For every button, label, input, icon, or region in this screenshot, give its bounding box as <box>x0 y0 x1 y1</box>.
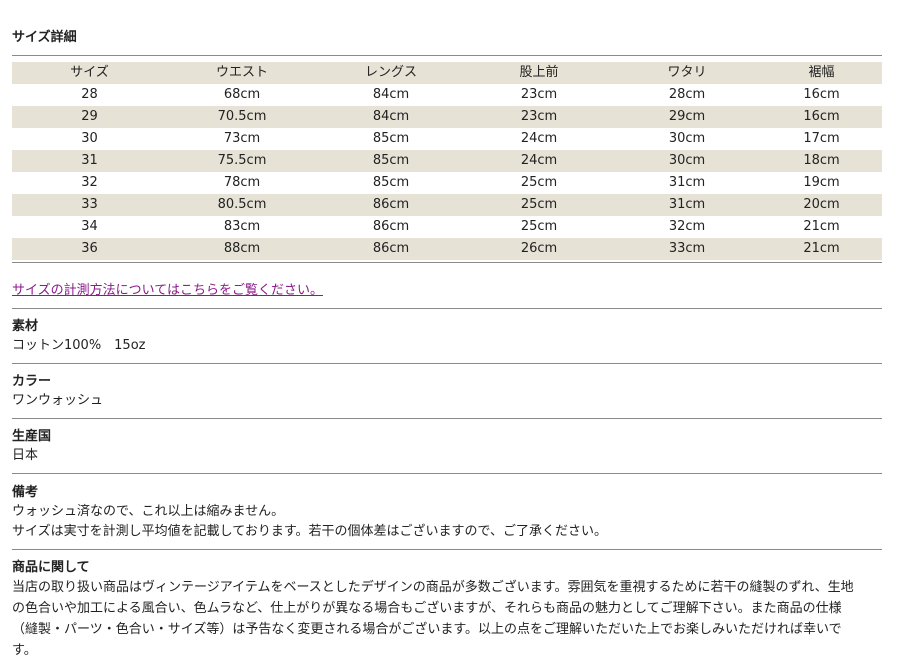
cell-front-rise: 24cm <box>520 131 558 146</box>
header-waist: ウエスト <box>215 65 268 80</box>
divider <box>12 55 882 56</box>
product-notice-label: 商品に関して <box>12 560 90 575</box>
cell-waist: 70.5cm <box>217 109 267 124</box>
table-row: 28 68cm 84cm 23cm 28cm 16cm <box>12 84 882 106</box>
remarks-line: サイズは実寸を計測し平均値を記載しております。若干の個体差はございますので、ご了… <box>12 524 608 539</box>
cell-front-rise: 23cm <box>520 87 558 102</box>
cell-length: 84cm <box>372 87 410 102</box>
cell-size: 31 <box>81 153 98 168</box>
table-row: 34 83cm 86cm 25cm 32cm 21cm <box>12 216 882 238</box>
cell-waist: 88cm <box>223 241 261 256</box>
divider <box>12 418 882 419</box>
cell-hem-width: 21cm <box>803 241 840 256</box>
remarks-text: ウォッシュ済なので、これ以上は縮みません。 サイズは実寸を計測し平均値を記載して… <box>12 502 607 542</box>
table-row: 30 73cm 85cm 24cm 30cm 17cm <box>12 128 882 150</box>
header-size: サイズ <box>70 65 109 80</box>
cell-thigh: 32cm <box>668 219 706 234</box>
divider <box>12 308 882 309</box>
cell-waist: 83cm <box>223 219 261 234</box>
table-row: 36 88cm 86cm 26cm 33cm 21cm <box>12 238 882 260</box>
header-hem-width: 裾幅 <box>808 65 835 80</box>
divider <box>12 473 882 474</box>
header-length: レングス <box>364 65 417 80</box>
size-table-body: 28 68cm 84cm 23cm 28cm 16cm 29 70.5cm 84cm 23cm 29… <box>12 84 882 260</box>
cell-waist: 75.5cm <box>217 153 267 168</box>
cell-length: 86cm <box>372 197 410 212</box>
cell-length: 85cm <box>372 131 410 146</box>
remarks-line: ウォッシュ済なので、これ以上は縮みません。 <box>12 504 285 519</box>
cell-hem-width: 18cm <box>803 153 840 168</box>
cell-hem-width: 21cm <box>803 219 840 234</box>
cell-length: 84cm <box>372 109 410 124</box>
divider <box>12 262 882 263</box>
cell-front-rise: 23cm <box>520 109 558 124</box>
cell-thigh: 30cm <box>668 131 706 146</box>
cell-waist: 73cm <box>223 131 261 146</box>
cell-thigh: 31cm <box>668 197 706 212</box>
header-front-rise: 股上前 <box>519 65 559 80</box>
color-value: ワンウォッシュ <box>12 393 104 408</box>
notice-line: 当店の取り扱い商品はヴィンテージアイテムをベースとしたデザインの商品が多数ござい… <box>12 580 854 595</box>
cell-front-rise: 24cm <box>520 153 558 168</box>
size-table: サイズ ウエスト レングス 股上前 ワタリ 裾幅 28 68cm 84cm 23cm 2… <box>12 62 882 260</box>
cell-front-rise: 25cm <box>520 197 558 212</box>
color-label: カラー <box>12 374 52 389</box>
material-value: コットン100% 15oz <box>12 338 146 353</box>
cell-size: 34 <box>81 219 98 234</box>
cell-front-rise: 25cm <box>520 175 558 190</box>
cell-size: 36 <box>81 241 98 256</box>
cell-thigh: 29cm <box>668 109 706 124</box>
cell-front-rise: 26cm <box>520 241 558 256</box>
divider <box>12 549 882 550</box>
cell-thigh: 30cm <box>668 153 706 168</box>
remarks-label: 備考 <box>12 485 39 500</box>
cell-hem-width: 20cm <box>803 197 840 212</box>
size-details-heading: サイズ詳細 <box>12 30 77 45</box>
header-thigh: ワタリ <box>667 65 707 80</box>
cell-front-rise: 25cm <box>520 219 558 234</box>
origin-value: 日本 <box>12 448 39 463</box>
table-row: 31 75.5cm 85cm 24cm 30cm 18cm <box>12 150 882 172</box>
notice-line: の色合いや加工による風合い、色ムラなど、仕上がりが異なる場合もございますが、それ… <box>12 601 842 616</box>
cell-size: 28 <box>81 87 98 102</box>
cell-length: 86cm <box>372 241 410 256</box>
table-row: 32 78cm 85cm 25cm 31cm 19cm <box>12 172 882 194</box>
cell-waist: 80.5cm <box>217 197 267 212</box>
material-label: 素材 <box>12 319 39 334</box>
size-table-header-row: サイズ ウエスト レングス 股上前 ワタリ 裾幅 <box>12 62 882 84</box>
cell-waist: 78cm <box>223 175 261 190</box>
cell-length: 85cm <box>372 175 410 190</box>
cell-length: 86cm <box>372 219 410 234</box>
cell-hem-width: 17cm <box>803 131 840 146</box>
cell-size: 33 <box>81 197 98 212</box>
cell-thigh: 33cm <box>668 241 706 256</box>
table-row: 33 80.5cm 86cm 25cm 31cm 20cm <box>12 194 882 216</box>
table-row: 29 70.5cm 84cm 23cm 29cm 16cm <box>12 106 882 128</box>
size-measurement-guide-link[interactable]: サイズの計測方法についてはこちらをご覧ください。 <box>12 282 323 300</box>
cell-length: 85cm <box>372 153 410 168</box>
cell-hem-width: 16cm <box>803 109 840 124</box>
cell-size: 30 <box>81 131 98 146</box>
notice-line: す。 <box>12 643 37 658</box>
cell-size: 32 <box>81 175 98 190</box>
cell-hem-width: 19cm <box>803 175 840 190</box>
cell-waist: 68cm <box>223 87 261 102</box>
notice-line: （縫製・パーツ・色合い・サイズ等）は予告なく変更される場合がございます。以上の点… <box>12 622 842 637</box>
cell-size: 29 <box>81 109 98 124</box>
product-notice-text: 当店の取り扱い商品はヴィンテージアイテムをベースとしたデザインの商品が多数ござい… <box>12 577 882 661</box>
cell-hem-width: 16cm <box>803 87 840 102</box>
origin-label: 生産国 <box>12 429 52 444</box>
cell-thigh: 28cm <box>668 87 706 102</box>
cell-thigh: 31cm <box>668 175 706 190</box>
divider <box>12 363 882 364</box>
